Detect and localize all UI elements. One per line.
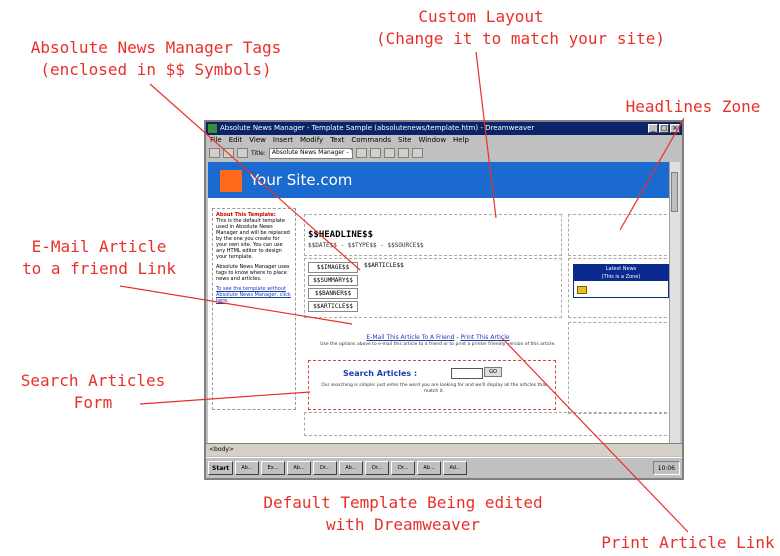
menu-item[interactable]: Modify <box>300 135 323 146</box>
callout-custom-layout-line1: Custom Layout <box>418 7 544 26</box>
email-print-row: E-Mail This Article To A Friend - Print … <box>328 334 548 341</box>
taskbar: Start Ab... Ex... Ab... Dr... Ab... Dr... Dr..… <box>206 457 682 478</box>
callout-tags: Absolute News Manager Tags (enclosed in … <box>6 37 306 81</box>
left-link[interactable]: To see the template without Absolute New… <box>216 286 292 304</box>
callout-email: E-Mail Article to a friend Link <box>10 236 188 280</box>
search-label: Search Articles : <box>343 369 418 378</box>
footer-cell <box>304 412 670 436</box>
status-bar: <body> <box>206 443 682 456</box>
callout-default-template-line2: with Dreamweaver <box>325 515 481 534</box>
title-field[interactable]: Absolute News Manager - Template <box>268 147 353 159</box>
code-navigation-icon[interactable] <box>411 148 423 158</box>
menu-item[interactable]: Site <box>398 135 411 146</box>
callout-headlines-zone-line: Headlines Zone <box>625 97 761 116</box>
document-canvas[interactable]: Your Site.com About This Template: This … <box>208 162 670 444</box>
right-cell-bottom <box>568 322 670 414</box>
menu-bar: File Edit View Insert Modify Text Commands Site… <box>206 135 682 146</box>
article-cell <box>304 258 562 318</box>
taskbar-task[interactable]: Dr... <box>365 461 390 475</box>
menu-item[interactable]: File <box>210 135 222 146</box>
email-notice: Use the options above to e-mail this art… <box>320 342 556 347</box>
code-view-icon[interactable] <box>209 148 220 158</box>
headline-tag: $$HEADLINE$$ <box>308 230 374 240</box>
taskbar-task[interactable]: Ab... <box>235 461 260 475</box>
app-icon <box>208 124 217 133</box>
zone-icon <box>577 286 587 294</box>
latest-news-header: Latest News (This is a Zone) <box>574 265 668 281</box>
menu-item[interactable]: Window <box>418 135 446 146</box>
left-text-2: Absolute News Manager uses tags to know … <box>216 264 290 282</box>
design-view-icon[interactable] <box>237 148 248 158</box>
callout-search: Search Articles Form <box>8 370 178 414</box>
window-title: Absolute News Manager - Template Sample … <box>220 124 535 132</box>
taskbar-task[interactable]: Ab... <box>339 461 364 475</box>
menu-item[interactable]: Edit <box>229 135 243 146</box>
taskbar-task[interactable]: Dr... <box>391 461 416 475</box>
toolbar: Title: Absolute News Manager - Template <box>206 146 682 160</box>
headline-sub-tag: $$DATE$$ - $$TYPE$$ - $$SOURCE$$ <box>308 242 424 249</box>
search-help: Our searching is simple: just enter the … <box>321 383 547 394</box>
site-name: Your Site.com <box>250 171 353 189</box>
menu-item[interactable]: View <box>249 135 266 146</box>
callout-print-link-line: Print Article Link <box>601 533 775 552</box>
right-cell-top <box>568 214 670 256</box>
taskbar-task[interactable]: Dr... <box>313 461 338 475</box>
taskbar-task[interactable]: Ad... <box>443 461 468 475</box>
callout-email-line2: to a friend Link <box>21 259 177 278</box>
title-label: Title: <box>251 149 266 157</box>
callout-tags-line1: Absolute News Manager Tags <box>30 38 282 57</box>
search-go-button[interactable]: GO <box>484 367 502 377</box>
close-icon[interactable]: × <box>670 124 680 133</box>
minimize-icon[interactable]: _ <box>648 124 658 133</box>
taskbar-task[interactable]: Ex... <box>261 461 286 475</box>
email-article-link[interactable]: E-Mail This Article To A Friend <box>366 334 454 341</box>
callout-search-line1: Search Articles <box>20 371 166 390</box>
callout-email-line1: E-Mail Article <box>31 237 167 256</box>
taskbar-clock: 10:06 <box>652 461 680 475</box>
latest-news-title: Latest News <box>605 266 637 272</box>
latest-news-sub: (This is a Zone) <box>601 274 641 280</box>
start-button[interactable]: Start <box>208 461 234 475</box>
site-logo <box>220 170 242 192</box>
callout-tags-line2: (enclosed in $$ Symbols) <box>40 60 272 79</box>
callout-custom-layout-line2: (Change it to match your site) <box>376 29 665 48</box>
menu-item[interactable]: Insert <box>273 135 293 146</box>
callout-default-template: Default Template Being edited with Dream… <box>258 492 548 536</box>
callout-custom-layout: Custom Layout (Change it to match your s… <box>376 6 665 50</box>
menu-item[interactable]: Commands <box>351 135 391 146</box>
left-column: About This Template: This is the default… <box>212 208 296 410</box>
print-article-link[interactable]: Print This Article <box>460 334 509 341</box>
window-titlebar: Absolute News Manager - Template Sample … <box>206 122 682 135</box>
preview-icon[interactable] <box>369 148 381 158</box>
maximize-icon[interactable]: □ <box>659 124 669 133</box>
reference-icon[interactable] <box>397 148 409 158</box>
left-text: This is the default template used in Abs… <box>216 218 290 260</box>
refresh-icon[interactable] <box>383 148 395 158</box>
dreamweaver-window: Absolute News Manager - Template Sample … <box>204 120 684 480</box>
taskbar-task[interactable]: Ab... <box>417 461 442 475</box>
vertical-scrollbar[interactable] <box>669 162 680 444</box>
callout-headlines-zone: Headlines Zone <box>614 96 772 118</box>
file-management-icon[interactable] <box>355 148 367 158</box>
menu-item[interactable]: Text <box>330 135 344 146</box>
window-controls: _ □ × <box>648 124 680 133</box>
latest-news-zone: Latest News (This is a Zone) <box>573 264 669 298</box>
scrollbar-thumb[interactable] <box>671 172 678 212</box>
split-view-icon[interactable] <box>223 148 234 158</box>
callout-search-line2: Form <box>73 393 113 412</box>
callout-default-template-line1: Default Template Being edited <box>263 493 543 512</box>
taskbar-task[interactable]: Ab... <box>287 461 312 475</box>
site-header: Your Site.com <box>208 162 670 198</box>
menu-item[interactable]: Help <box>453 135 469 146</box>
callout-print-link: Print Article Link <box>598 532 778 554</box>
search-input[interactable] <box>451 368 483 379</box>
